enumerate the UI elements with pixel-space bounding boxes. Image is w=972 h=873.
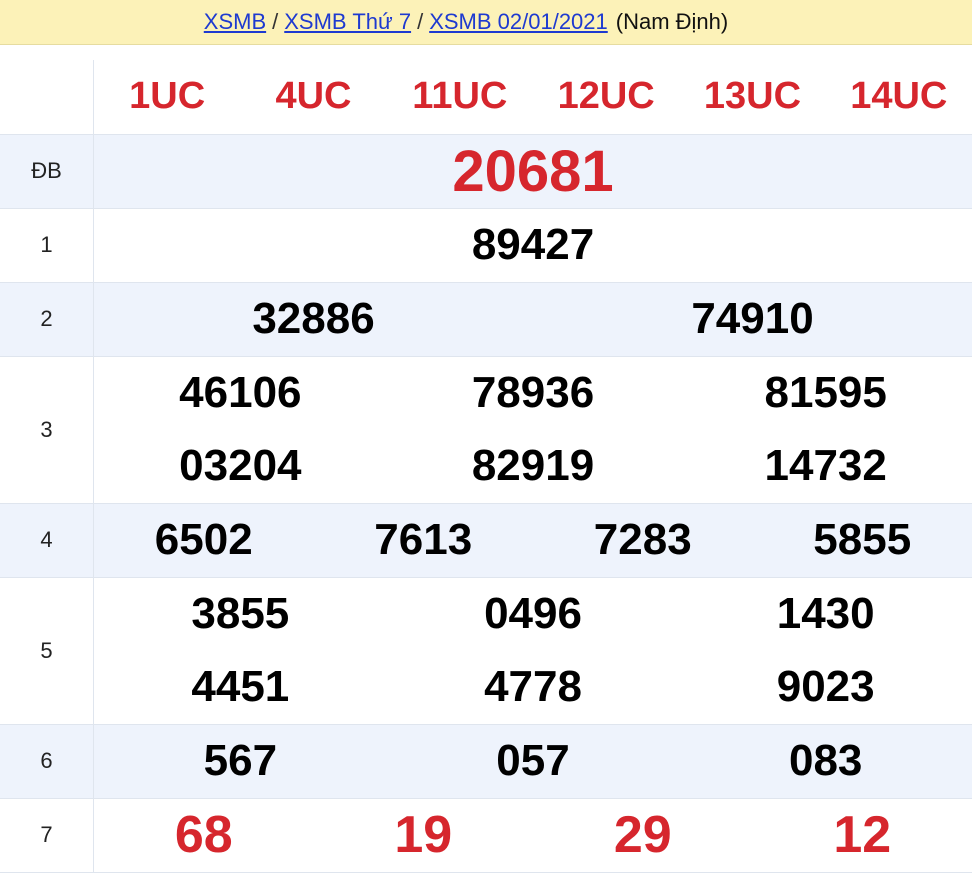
prize-number: 083	[679, 736, 972, 786]
prize-row-3: 3 46106 78936 81595 03204 82919 14732	[0, 356, 972, 503]
prize-number: 7283	[533, 515, 753, 565]
prize-label: 6	[0, 724, 94, 798]
prize-row-2: 2 32886 74910	[0, 282, 972, 356]
province-label: (Nam Định)	[616, 9, 728, 35]
code: 14UC	[826, 75, 972, 118]
code: 4UC	[240, 75, 386, 118]
prize-label: 7	[0, 798, 94, 872]
prize-number: 78936	[387, 368, 680, 418]
prize-number: 82919	[387, 441, 680, 491]
codes-row: 1UC 4UC 11UC 12UC 13UC 14UC	[0, 60, 972, 134]
prize-number: 4778	[387, 662, 680, 712]
prize-row-5: 5 3855 0496 1430 4451 4778 9023	[0, 577, 972, 724]
prize-label: 5	[0, 577, 94, 724]
results-table: 1UC 4UC 11UC 12UC 13UC 14UC ĐB 20681 1 8…	[0, 60, 972, 873]
prize-number: 3855	[94, 589, 387, 639]
prize-number: 9023	[679, 662, 972, 712]
prize-label: ĐB	[0, 134, 94, 208]
prize-number: 19	[314, 805, 534, 865]
prize-number: 7613	[314, 515, 534, 565]
breadcrumb: XSMB / XSMB Thứ 7 / XSMB 02/01/2021 (Nam…	[0, 0, 972, 45]
code: 1UC	[94, 75, 240, 118]
prize-number: 4451	[94, 662, 387, 712]
prize-label: 3	[0, 356, 94, 503]
code: 11UC	[387, 75, 533, 118]
code: 13UC	[679, 75, 825, 118]
prize-number: 567	[94, 736, 387, 786]
prize-row-6: 6 567 057 083	[0, 724, 972, 798]
prize-label: 4	[0, 503, 94, 577]
prize-number: 12	[753, 805, 972, 865]
prize-row-1: 1 89427	[0, 208, 972, 282]
prize-number: 46106	[94, 368, 387, 418]
prize-number: 29	[533, 805, 753, 865]
breadcrumb-separator: /	[417, 9, 423, 35]
prize-number: 057	[387, 736, 680, 786]
prize-number: 03204	[94, 441, 387, 491]
prize-number: 1430	[679, 589, 972, 639]
prize-number: 68	[94, 805, 314, 865]
prize-label: 2	[0, 282, 94, 356]
prize-number: 74910	[533, 294, 972, 344]
prize-number: 20681	[94, 138, 972, 205]
prize-number: 89427	[94, 220, 972, 270]
breadcrumb-link-weekday[interactable]: XSMB Thứ 7	[284, 9, 411, 35]
breadcrumb-link-date[interactable]: XSMB 02/01/2021	[429, 9, 608, 35]
prize-number: 6502	[94, 515, 314, 565]
prize-number: 5855	[753, 515, 972, 565]
prize-number: 32886	[94, 294, 533, 344]
prize-row-db: ĐB 20681	[0, 134, 972, 208]
breadcrumb-separator: /	[272, 9, 278, 35]
prize-label: 1	[0, 208, 94, 282]
code: 12UC	[533, 75, 679, 118]
prize-row-4: 4 6502 7613 7283 5855	[0, 503, 972, 577]
breadcrumb-link-xsmb[interactable]: XSMB	[204, 9, 266, 35]
prize-number: 0496	[387, 589, 680, 639]
prize-number: 81595	[679, 368, 972, 418]
prize-number: 14732	[679, 441, 972, 491]
prize-row-7: 7 68 19 29 12	[0, 798, 972, 872]
